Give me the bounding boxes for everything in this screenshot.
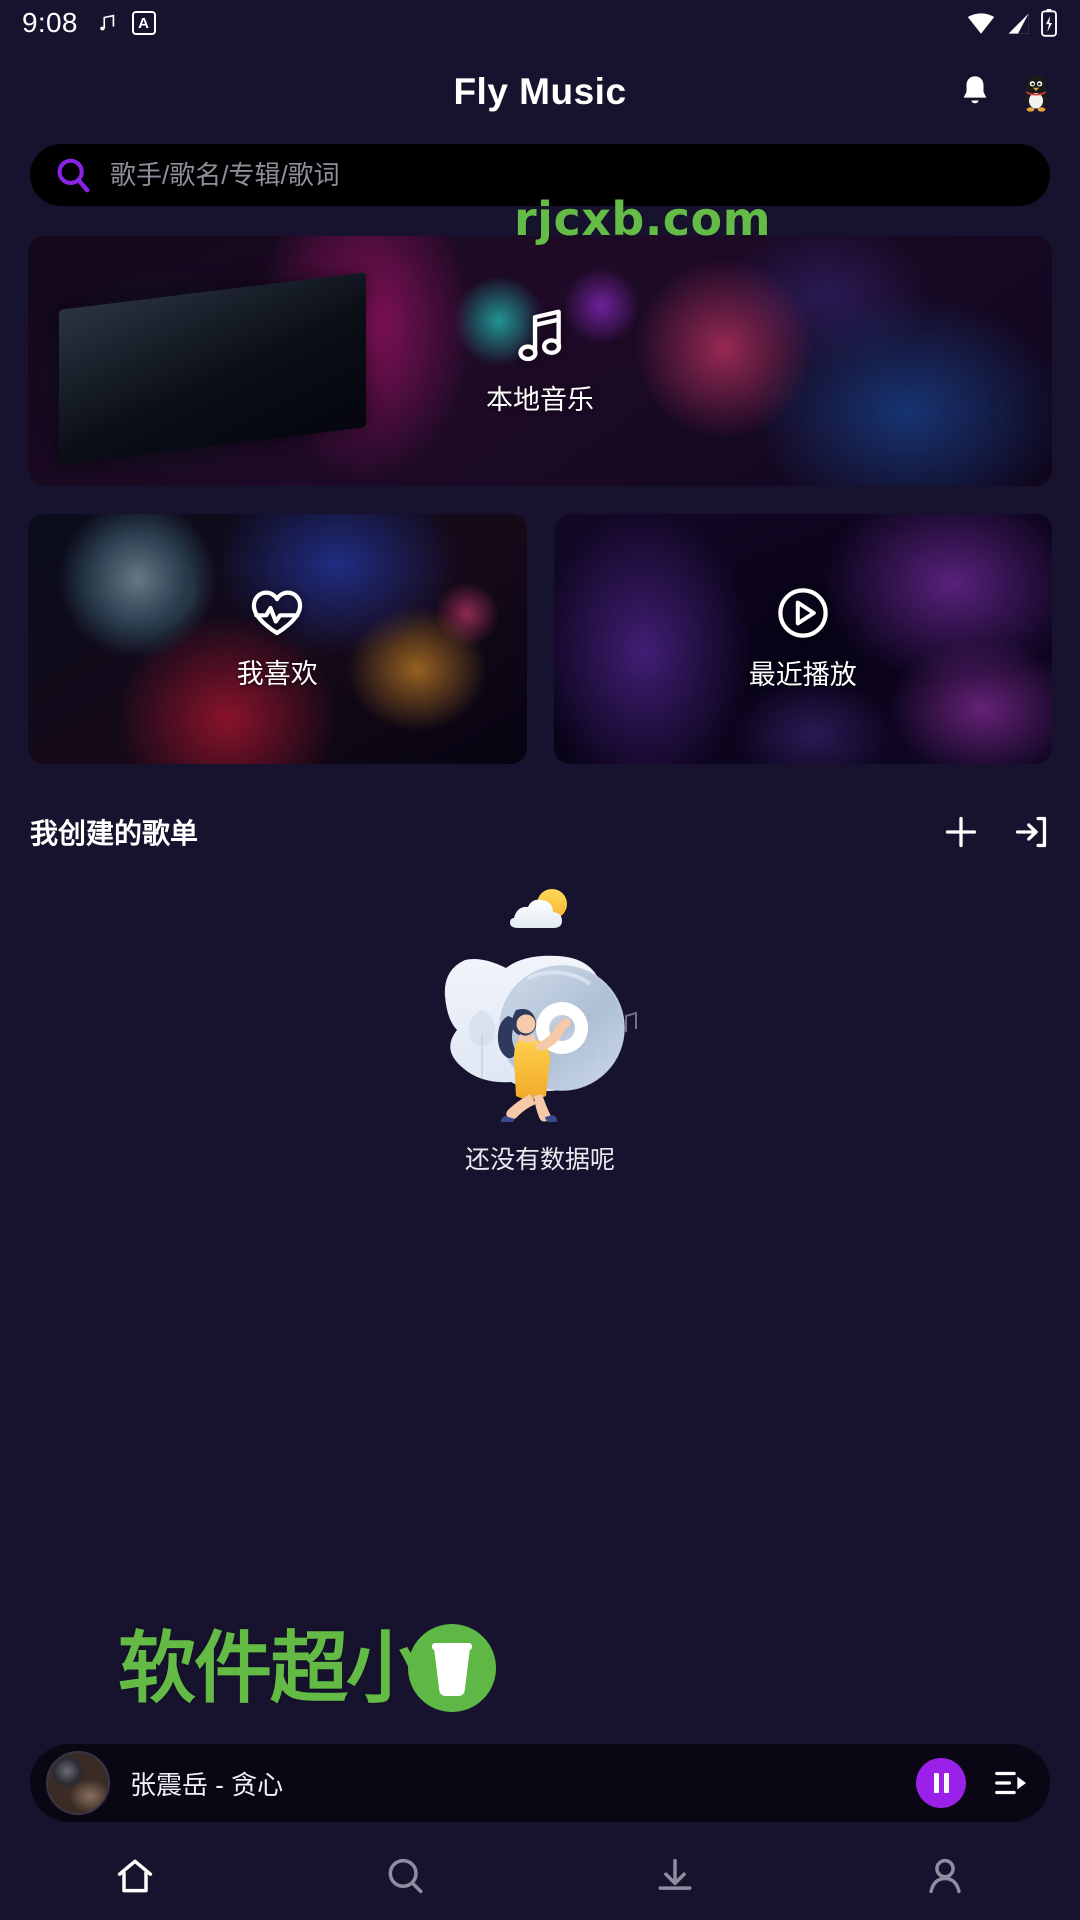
status-right-icons xyxy=(966,9,1058,37)
nav-item-profile[interactable] xyxy=(810,1832,1080,1920)
watermark-bottom-text: 软件超小 xyxy=(118,1624,424,1712)
status-left-icons: A xyxy=(96,11,156,35)
playlists-section-header: 我创建的歌单 xyxy=(0,764,1080,852)
card-favorites[interactable]: 我喜欢 xyxy=(28,514,527,764)
album-art-thumbnail[interactable] xyxy=(46,1751,110,1815)
watermark-bottom: 软件超小 xyxy=(118,1624,497,1712)
bottom-navigation xyxy=(0,1832,1080,1920)
pause-icon-bar2 xyxy=(943,1773,949,1793)
music-note-icon xyxy=(99,14,114,31)
card-local-music[interactable]: 本地音乐 xyxy=(28,236,1052,486)
download-icon[interactable] xyxy=(653,1854,697,1898)
music-notes-icon xyxy=(518,309,562,361)
nav-item-search[interactable] xyxy=(270,1832,540,1920)
card-row: 我喜欢 最近播放 xyxy=(28,514,1052,764)
playlist-queue-icon[interactable] xyxy=(992,1764,1030,1802)
section-title: 我创建的歌单 xyxy=(30,818,199,849)
app-badge-a-icon: A xyxy=(131,11,156,35)
home-icon[interactable] xyxy=(113,1854,157,1898)
play-circle-icon xyxy=(778,587,828,638)
search-input[interactable] xyxy=(110,159,1026,191)
nav-item-home[interactable] xyxy=(0,1832,270,1920)
page-title: Fly Music xyxy=(453,71,627,112)
pause-icon xyxy=(933,1773,939,1793)
search-icon[interactable] xyxy=(383,1854,427,1898)
app-header: Fly Music xyxy=(0,46,1080,138)
pause-button[interactable] xyxy=(916,1758,966,1808)
person-icon[interactable] xyxy=(923,1854,967,1898)
status-bar: 9:08 A xyxy=(0,0,1080,46)
heart-pulse-icon xyxy=(252,590,303,635)
section-actions xyxy=(942,813,1050,851)
card-label: 我喜欢 xyxy=(236,658,318,689)
mini-player[interactable]: 张震岳 - 贪心 xyxy=(30,1744,1050,1822)
now-playing-title: 张震岳 - 贪心 xyxy=(130,1769,284,1800)
card-label: 最近播放 xyxy=(748,659,857,690)
search-icon[interactable] xyxy=(54,156,92,194)
cup-icon xyxy=(408,1624,497,1712)
status-time: 9:08 xyxy=(22,7,78,38)
nav-item-download[interactable] xyxy=(540,1832,810,1920)
quick-access-cards: 本地音乐 我喜欢 最近播放 xyxy=(0,206,1080,764)
card-content: 本地音乐 xyxy=(486,306,594,417)
import-arrow-icon[interactable] xyxy=(1012,813,1050,851)
watermark-top: rjcxb.com xyxy=(514,192,772,246)
player-controls xyxy=(916,1758,1034,1808)
badge-letter: A xyxy=(138,14,150,32)
empty-state-text: 还没有数据呢 xyxy=(464,1146,615,1174)
card-content: 最近播放 xyxy=(749,587,857,692)
qq-penguin-avatar[interactable] xyxy=(1018,72,1054,112)
plus-icon[interactable] xyxy=(942,813,980,851)
cellular-signal-icon xyxy=(1008,13,1029,34)
wifi-icon xyxy=(967,13,995,34)
card-label: 本地音乐 xyxy=(486,384,594,415)
playlists-empty-state: 还没有数据呢 xyxy=(0,882,1080,1176)
battery-icon xyxy=(1041,9,1057,37)
header-actions xyxy=(958,72,1054,112)
girl-pushing-cd-illustration xyxy=(444,889,637,1122)
bell-icon[interactable] xyxy=(958,73,992,111)
card-content: 我喜欢 xyxy=(237,588,318,691)
card-recently-played[interactable]: 最近播放 xyxy=(553,514,1052,764)
